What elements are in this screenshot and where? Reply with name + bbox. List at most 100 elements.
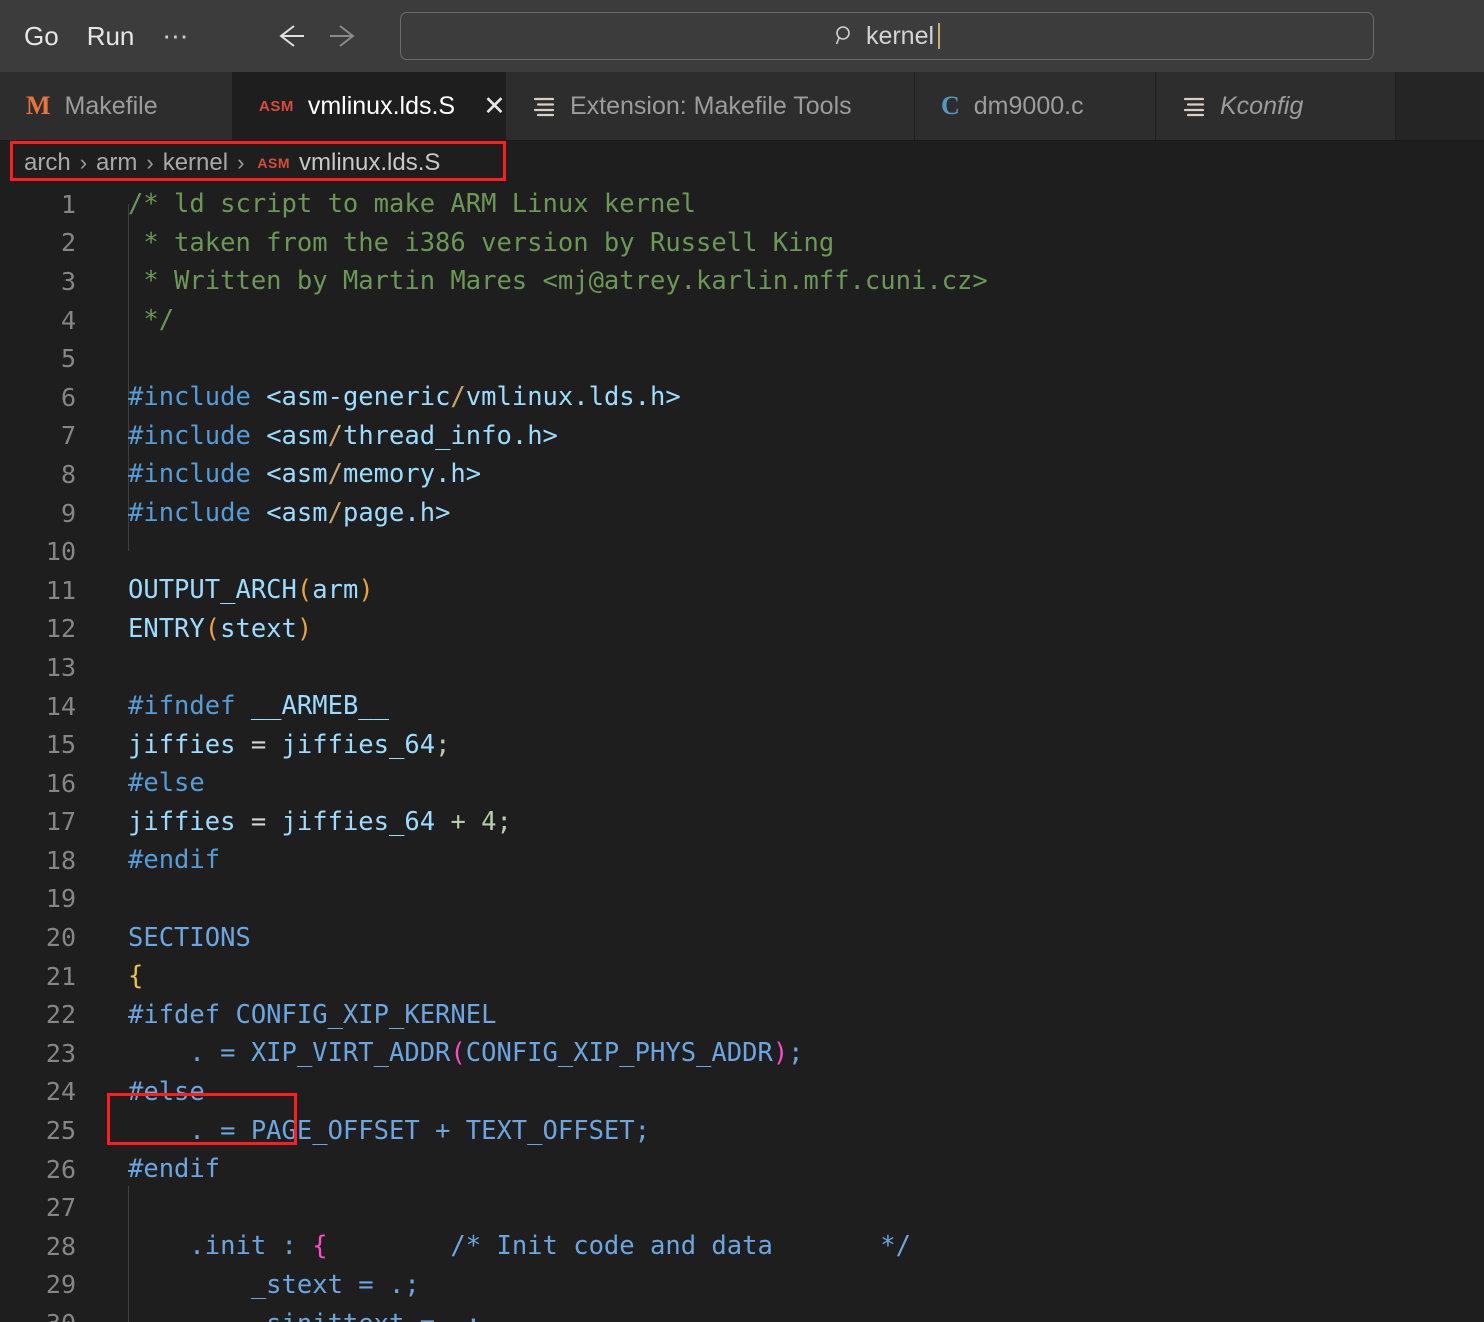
code-line: 29 _stext = .;	[0, 1266, 1484, 1305]
lines-icon	[532, 95, 556, 117]
c-file-icon: C	[941, 91, 960, 120]
line-number: 24	[45, 1077, 76, 1107]
code-line: 10	[0, 532, 1484, 571]
code-editor[interactable]: 1 /* ld script to make ARM Linux kernel …	[0, 185, 1484, 1322]
line-content: #ifndef __ARMEB__	[128, 691, 389, 722]
code-line: 26 #endif	[0, 1150, 1484, 1189]
tab-label: Kconfig	[1220, 91, 1304, 120]
line-content: #else	[128, 768, 205, 799]
close-icon[interactable]: ✕	[483, 92, 506, 120]
menu-go[interactable]: Go	[10, 23, 73, 49]
line-number: 19	[45, 884, 76, 914]
search-icon	[834, 25, 856, 47]
breadcrumb-item-kernel[interactable]: kernel	[163, 149, 228, 177]
line-content: #include <asm/memory.h>	[128, 459, 482, 490]
breadcrumb-item-arch[interactable]: arch	[24, 149, 71, 177]
line-content: * Written by Martin Mares <mj@atrey.karl…	[128, 266, 988, 297]
tab-makefile[interactable]: M Makefile	[0, 72, 233, 140]
code-line: 4 */	[0, 301, 1484, 340]
line-number: 12	[45, 614, 76, 644]
breadcrumb: arch › arm › kernel › ASM vmlinux.lds.S	[0, 141, 1484, 185]
code-line: 14 #ifndef __ARMEB__	[0, 687, 1484, 726]
line-number: 4	[60, 305, 76, 335]
code-line: 6 #include <asm-generic/vmlinux.lds.h>	[0, 378, 1484, 417]
line-content: {	[128, 961, 144, 992]
line-number: 2	[60, 228, 76, 258]
code-line: 15 jiffies = jiffies_64;	[0, 725, 1484, 764]
code-line: 11 OUTPUT_ARCH(arm)	[0, 571, 1484, 610]
code-line: 12 ENTRY(stext)	[0, 610, 1484, 649]
tab-vmlinux-lds-s[interactable]: ASM vmlinux.lds.S ✕	[233, 72, 506, 140]
code-line: 3 * Written by Martin Mares <mj@atrey.ka…	[0, 262, 1484, 301]
line-number: 22	[45, 1000, 76, 1030]
tab-label: vmlinux.lds.S	[307, 91, 456, 120]
code-line: 5	[0, 339, 1484, 378]
line-content: .init : { /* Init code and data */	[128, 1231, 911, 1262]
line-content: . = PAGE_OFFSET + TEXT_OFFSET;	[128, 1115, 650, 1146]
line-number: 6	[60, 382, 76, 412]
tab-label: Makefile	[64, 91, 158, 120]
line-content: _stext = .;	[128, 1269, 420, 1300]
code-line: 2 * taken from the i386 version by Russe…	[0, 224, 1484, 263]
title-bar: Go Run ⋯ kernel	[0, 0, 1484, 72]
code-line: 20 SECTIONS	[0, 918, 1484, 957]
line-content: jiffies = jiffies_64 + 4;	[128, 806, 512, 837]
line-number: 8	[60, 459, 76, 489]
line-number: 3	[60, 266, 76, 296]
tab-label: dm9000.c	[973, 91, 1084, 120]
line-content: OUTPUT_ARCH(arm)	[128, 575, 374, 606]
lines-icon	[1182, 95, 1206, 117]
line-number: 26	[45, 1154, 76, 1184]
tab-kconfig[interactable]: Kconfig	[1156, 72, 1396, 140]
line-content: /* ld script to make ARM Linux kernel	[128, 189, 697, 220]
code-line: 19	[0, 880, 1484, 919]
code-line: 9 #include <asm/page.h>	[0, 494, 1484, 533]
line-number: 25	[45, 1116, 76, 1146]
code-line: 23 . = XIP_VIRT_ADDR(CONFIG_XIP_PHYS_ADD…	[0, 1034, 1484, 1073]
makefile-icon: M	[26, 91, 51, 120]
line-number: 27	[45, 1193, 76, 1223]
line-number: 7	[60, 421, 76, 451]
code-line: 21 {	[0, 957, 1484, 996]
line-content: . = XIP_VIRT_ADDR(CONFIG_XIP_PHYS_ADDR);	[128, 1038, 804, 1069]
code-line: 24 #else	[0, 1073, 1484, 1112]
code-line: 13	[0, 648, 1484, 687]
search-bar[interactable]: kernel	[400, 12, 1374, 60]
breadcrumb-item-file[interactable]: vmlinux.lds.S	[299, 149, 440, 177]
code-line: 28 .init : { /* Init code and data */	[0, 1227, 1484, 1266]
search-caret	[938, 23, 941, 49]
navigation-arrows	[272, 21, 362, 51]
breadcrumb-item-arm[interactable]: arm	[96, 149, 137, 177]
line-content: #ifdef CONFIG_XIP_KERNEL	[128, 999, 497, 1030]
code-line: 7 #include <asm/thread_info.h>	[0, 417, 1484, 456]
code-line: 30 _sinittext = .;	[0, 1304, 1484, 1322]
search-input[interactable]: kernel	[866, 23, 934, 49]
code-line: 8 #include <asm/memory.h>	[0, 455, 1484, 494]
line-number: 29	[45, 1270, 76, 1300]
line-content: #include <asm/thread_info.h>	[128, 420, 558, 451]
line-number: 11	[45, 575, 76, 605]
code-line: 27	[0, 1188, 1484, 1227]
menu-run[interactable]: Run	[73, 23, 149, 49]
line-number: 13	[45, 652, 76, 682]
line-content: jiffies = jiffies_64;	[128, 729, 451, 760]
asm-file-icon: ASM	[257, 155, 291, 171]
chevron-right-icon: ›	[237, 150, 245, 175]
line-content: #endif	[128, 845, 221, 876]
editor-tab-bar: M Makefile ASM vmlinux.lds.S ✕ Extension…	[0, 72, 1484, 141]
back-arrow-icon[interactable]	[272, 21, 306, 51]
line-content: _sinittext = .;	[76, 1309, 481, 1322]
asm-file-icon: ASM	[259, 97, 294, 115]
line-number: 30	[0, 1309, 76, 1322]
line-number: 17	[45, 807, 76, 837]
line-number: 15	[45, 730, 76, 760]
line-number: 1	[60, 189, 76, 219]
tab-label: Extension: Makefile Tools	[570, 91, 852, 120]
line-content: #else	[128, 1076, 205, 1107]
code-line: 25 . = PAGE_OFFSET + TEXT_OFFSET;	[0, 1111, 1484, 1150]
line-number: 14	[45, 691, 76, 721]
tab-dm9000-c[interactable]: C dm9000.c	[915, 72, 1156, 140]
line-content: #endif	[128, 1154, 221, 1185]
tab-extension-makefile-tools[interactable]: Extension: Makefile Tools	[506, 72, 915, 140]
menu-overflow-icon[interactable]: ⋯	[148, 21, 204, 52]
